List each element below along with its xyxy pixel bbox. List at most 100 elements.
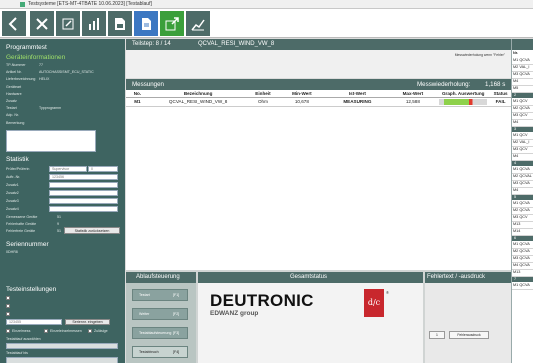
results-row[interactable]: M2 QCVA [513, 106, 530, 110]
empty-cell [149, 115, 248, 124]
testflow-until-field[interactable] [6, 357, 118, 363]
device-field: Hardware [6, 92, 22, 96]
empty-cell [126, 124, 149, 133]
device-field-label: Bemerkung [6, 120, 25, 125]
results-row[interactable]: M13 [513, 222, 520, 226]
empty-cell [325, 196, 389, 205]
results-row[interactable]: M1 QCVA [513, 167, 530, 171]
results-row[interactable]: M4 [513, 154, 518, 158]
empty-cell [390, 214, 437, 223]
edit-button[interactable] [56, 11, 80, 36]
results-row[interactable]: M3 QCV [513, 113, 528, 117]
results-row[interactable]: M4 [513, 79, 518, 83]
extra-field-input[interactable] [49, 182, 118, 188]
column-header: Status [490, 90, 511, 98]
trend-button[interactable] [186, 11, 210, 36]
back-button[interactable] [2, 11, 26, 36]
stat-count-label: Gemessene Geräte [6, 215, 38, 219]
repeat-value: 1,168 s [485, 81, 506, 88]
empty-cell [279, 142, 326, 151]
results-row[interactable]: M1 QCVA [513, 58, 530, 62]
results-row[interactable]: M3 QCV [513, 215, 528, 219]
results-row[interactable]: M4 [513, 188, 518, 192]
enter-serial-button[interactable]: Seriennr. eingeben [65, 319, 110, 325]
checkbox-allowed-label: Zuläsige [94, 329, 108, 333]
empty-cell [490, 160, 511, 169]
results-row[interactable]: M3 QCV [513, 147, 528, 151]
flow-button[interactable]: Weiter [F2] [132, 308, 188, 320]
tools-button[interactable] [30, 11, 54, 36]
serial-input[interactable]: 123455 [6, 319, 62, 325]
results-group-header: 4 [512, 161, 533, 166]
chart-button[interactable] [82, 11, 106, 36]
checkbox-single[interactable] [6, 329, 10, 333]
empty-cell [247, 106, 278, 115]
test-settings-heading: Testeinstellungen [6, 286, 57, 293]
results-row[interactable]: M5 [513, 86, 518, 90]
results-row[interactable]: M1 QCVA [513, 283, 530, 287]
device-field-label: Zusatz [6, 99, 17, 103]
results-row[interactable]: M4 QCVA [513, 263, 530, 267]
checkbox-2[interactable] [6, 304, 10, 308]
results-row[interactable]: M3 QCVA [513, 181, 530, 185]
flow-button[interactable]: Testablaufsteuerung [F3] [132, 327, 188, 339]
flow-button[interactable]: Testabbruch [F4] [132, 346, 188, 358]
overall-status-title: Gesamtstatus [290, 274, 328, 280]
step-name: QCVAL_RESI_WIND_VW_8 [198, 41, 275, 47]
extra-field-input[interactable] [49, 206, 118, 212]
results-row[interactable]: M3 QCVA [513, 72, 530, 76]
device-field-label: Lieferbezeichnung [6, 77, 36, 82]
table-row[interactable]: M1 QCVAL_RESI_WIND_VW_8 Ohm 10,678 MEASURING… [126, 97, 511, 107]
empty-cell [247, 196, 278, 205]
empty-cell [325, 241, 389, 250]
empty-cell [149, 160, 248, 169]
extra-field-input[interactable] [49, 198, 118, 204]
error-page-field[interactable]: 1 [429, 331, 445, 339]
device-field-label: TP-Nummer [6, 63, 26, 67]
empty-cell [390, 205, 437, 214]
export-button[interactable] [160, 11, 184, 36]
empty-cell [279, 133, 326, 142]
testflow-select[interactable] [6, 343, 118, 349]
results-row[interactable]: M2 VAL_I [513, 140, 529, 144]
checkbox-allowed[interactable] [88, 329, 92, 333]
device-field: Geräteart [6, 85, 21, 89]
empty-cell [390, 115, 437, 124]
checkbox-single-measure[interactable] [44, 329, 48, 333]
empty-cell [490, 151, 511, 160]
column-header: Max-Wert [389, 90, 437, 98]
empty-cell [279, 124, 326, 133]
results-row[interactable]: M2 QCVAL [513, 174, 532, 178]
save-button[interactable] [108, 11, 132, 36]
results-row[interactable]: M3 QCVA [513, 256, 530, 260]
checkbox-3[interactable] [6, 312, 10, 316]
results-row[interactable]: M4 [513, 120, 518, 124]
results-row[interactable]: M1 QCVA [513, 242, 530, 246]
reset-statistics-button[interactable]: Statistik zurücksetzen [64, 227, 120, 234]
statistics-heading: Statistik [6, 156, 29, 163]
results-row[interactable]: M2 VAL_I [513, 65, 529, 69]
error-print-button[interactable]: Fehlerausdruck [449, 331, 489, 339]
remarks-field[interactable] [6, 130, 96, 152]
empty-cell [247, 115, 278, 124]
results-row[interactable]: M1 QCV [513, 133, 528, 137]
tester-input[interactable]: Supervisor [49, 166, 87, 172]
order-input[interactable]: 123456 [49, 174, 118, 180]
document-button[interactable] [134, 11, 158, 36]
empty-cell [390, 133, 437, 142]
results-row[interactable]: M14 [513, 229, 520, 233]
empty-cell [436, 187, 490, 196]
table-row-empty [126, 151, 511, 160]
tester-number-input[interactable]: 0 [88, 166, 118, 172]
results-row[interactable]: M2 QCVA [513, 249, 530, 253]
results-row[interactable]: M1 QCVA [513, 201, 530, 205]
empty-cell [490, 133, 511, 142]
checkbox-1[interactable] [6, 296, 10, 300]
results-row[interactable]: M1 QCV [513, 99, 528, 103]
empty-cell [247, 214, 278, 223]
step-label: Teilstep: 8 / 14 [132, 41, 171, 47]
results-row[interactable]: M2 QCVA [513, 208, 530, 212]
extra-field-input[interactable] [49, 190, 118, 196]
results-row[interactable]: M13 [513, 270, 520, 274]
flow-button[interactable]: Testart [F1] [132, 289, 188, 301]
